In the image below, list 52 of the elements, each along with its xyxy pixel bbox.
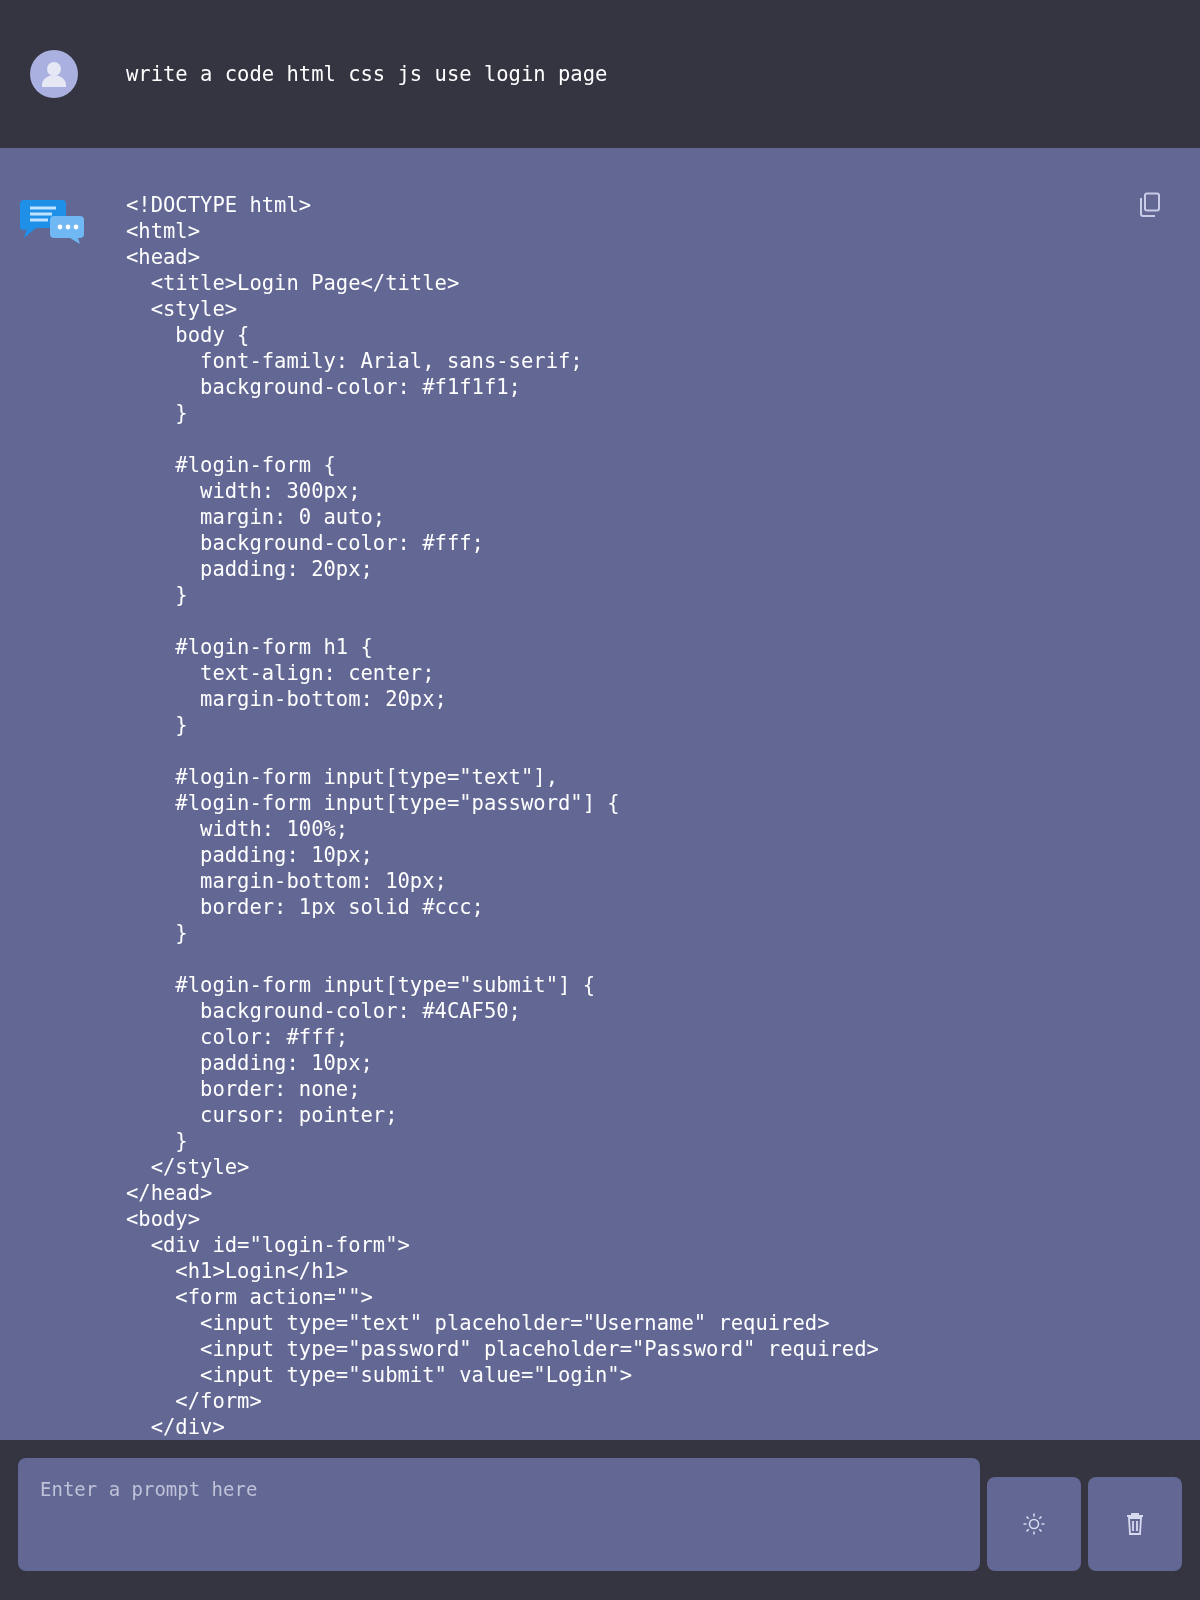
code-line: </head> [126,1180,213,1206]
code-line: } [174,712,188,738]
delete-button[interactable] [1088,1477,1182,1571]
code-line: <h1>Login</h1> [174,1258,349,1284]
code-line: } [174,1128,188,1154]
code-line: } [174,920,188,946]
code-line: padding: 20px; [199,556,373,582]
code-line: <input type="text" placeholder="Username" required> [199,1310,830,1336]
code-line: #login-form h1 { [174,634,373,660]
prompt-input-field[interactable]: Enter a prompt here [18,1458,981,1571]
code-line: cursor: pointer; [199,1102,398,1128]
code-line: <form action=""> [174,1284,373,1310]
code-line: margin: 0 auto; [199,504,386,530]
code-line: #login-form input[type="submit"] { [174,972,595,998]
code-line: padding: 10px; [199,1050,373,1076]
code-line: border: none; [199,1076,361,1102]
trash-icon [1125,1512,1146,1536]
code-line: <title>Login Page</title> [149,270,460,296]
code-line: </form> [174,1388,262,1414]
code-line: <!DOCTYPE html> [126,192,312,218]
code-line: <style> [149,296,238,322]
code-line: </div> [149,1414,225,1440]
code-line: <input type="submit" value="Login"> [199,1362,633,1388]
user-prompt-text: write a code html css js use login page [126,62,608,86]
code-line: font-family: Arial, sans-serif; [199,348,583,374]
code-line: </style> [149,1154,250,1180]
code-line: #login-form { [174,452,336,478]
code-line: } [174,582,188,608]
code-line: <html> [126,218,201,244]
code-line: color: #fff; [199,1024,349,1050]
code-line: width: 300px; [199,478,361,504]
code-line: #login-form input[type="password"] { [174,790,620,816]
copy-icon[interactable] [1138,192,1162,218]
code-line: width: 100%; [199,816,349,842]
code-line: background-color: #f1f1f1; [199,374,521,400]
code-line: padding: 10px; [199,842,373,868]
user-avatar-icon [30,50,78,98]
code-line: <input type="password" placeholder="Password" required> [199,1336,879,1362]
code-line: } [174,400,188,426]
code-line: background-color: #fff; [199,530,484,556]
theme-toggle-button[interactable] [987,1477,1082,1571]
code-line: <div id="login-form"> [149,1232,410,1258]
sun-icon [1022,1512,1047,1536]
code-line: margin-bottom: 20px; [199,686,447,712]
code-line: #login-form input[type="text"], [174,764,558,790]
code-line: margin-bottom: 10px; [199,868,447,894]
code-line: text-align: center; [199,660,435,686]
code-line: <head> [126,244,201,270]
code-line: body { [174,322,250,348]
code-line: background-color: #4CAF50; [199,998,521,1024]
code-line: <body> [126,1206,201,1232]
code-line: border: 1px solid #ccc; [199,894,484,920]
